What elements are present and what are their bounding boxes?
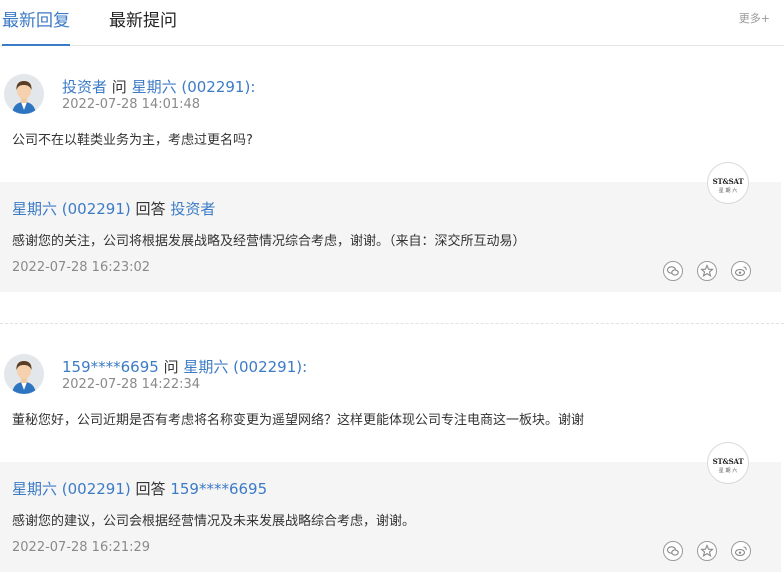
logo-text: ST&SAT <box>712 457 744 466</box>
weibo-icon[interactable] <box>731 260 751 281</box>
company-logo[interactable]: ST&SAT 星 期 六 <box>707 442 749 484</box>
tab-latest-replies[interactable]: 最新回复 <box>2 6 70 46</box>
answer-to-link[interactable]: 投资者 <box>170 200 215 218</box>
answer-text: 感谢您的关注，公司将根据发展战略及经营情况综合考虑，谢谢。（来自：深交所互动易） <box>12 234 526 249</box>
answer-header: 星期六 (002291) 回答 159****6695 <box>12 478 267 499</box>
item-divider <box>0 323 784 324</box>
logo-subtext: 星 期 六 <box>718 188 738 194</box>
more-link[interactable]: 更多+ <box>739 10 770 26</box>
question-time: 2022-07-28 14:01:48 <box>62 97 201 112</box>
tab-bar: 最新回复 最新提问 更多+ <box>0 0 784 46</box>
weibo-icon[interactable] <box>731 540 751 561</box>
answer-company-link[interactable]: 星期六 (002291) <box>12 480 131 498</box>
question-text: 公司不在以鞋类业务为主，考虑过更名吗? <box>12 133 253 148</box>
question-text: 董秘您好，公司近期是否有考虑将名称变更为遥望网络？这样更能体现公司专注电商这一板… <box>12 413 585 428</box>
question-header: 投资者 问 星期六 (002291): <box>62 76 255 97</box>
question-time: 2022-07-28 14:22:34 <box>62 377 201 392</box>
avatar <box>4 354 44 394</box>
star-icon[interactable] <box>696 260 717 281</box>
logo-subtext: 星 期 六 <box>718 468 738 474</box>
ask-word: 问 <box>111 78 127 96</box>
answer-time: 2022-07-28 16:23:02 <box>12 260 151 275</box>
logo-text: ST&SAT <box>712 177 744 186</box>
answer-company-link[interactable]: 星期六 (002291) <box>12 200 131 218</box>
avatar <box>4 74 44 114</box>
answer-word: 回答 <box>135 480 166 498</box>
answer-to-link[interactable]: 159****6695 <box>170 480 267 498</box>
answer-word: 回答 <box>135 200 166 218</box>
answer-box: ST&SAT 星 期 六 星期六 (002291) 回答 投资者 感谢您的关注，… <box>0 162 781 292</box>
answer-time: 2022-07-28 16:21:29 <box>12 540 151 555</box>
wechat-icon[interactable] <box>662 540 683 561</box>
share-actions <box>654 260 751 281</box>
company-link[interactable]: 星期六 (002291): <box>132 78 256 96</box>
question-header: 159****6695 问 星期六 (002291): <box>62 356 307 377</box>
answer-box: ST&SAT 星 期 六 星期六 (002291) 回答 159****6695… <box>0 442 781 572</box>
tab-latest-questions[interactable]: 最新提问 <box>109 6 177 31</box>
asker-name[interactable]: 159****6695 <box>62 358 159 376</box>
company-logo[interactable]: ST&SAT 星 期 六 <box>707 162 749 204</box>
answer-header: 星期六 (002291) 回答 投资者 <box>12 198 215 219</box>
asker-name[interactable]: 投资者 <box>62 78 107 96</box>
wechat-icon[interactable] <box>662 260 683 281</box>
ask-word: 问 <box>163 358 179 376</box>
star-icon[interactable] <box>696 540 717 561</box>
share-actions <box>654 540 751 561</box>
answer-text: 感谢您的建议，公司会根据经营情况及未来发展战略综合考虑，谢谢。 <box>12 514 416 529</box>
company-link[interactable]: 星期六 (002291): <box>183 358 307 376</box>
